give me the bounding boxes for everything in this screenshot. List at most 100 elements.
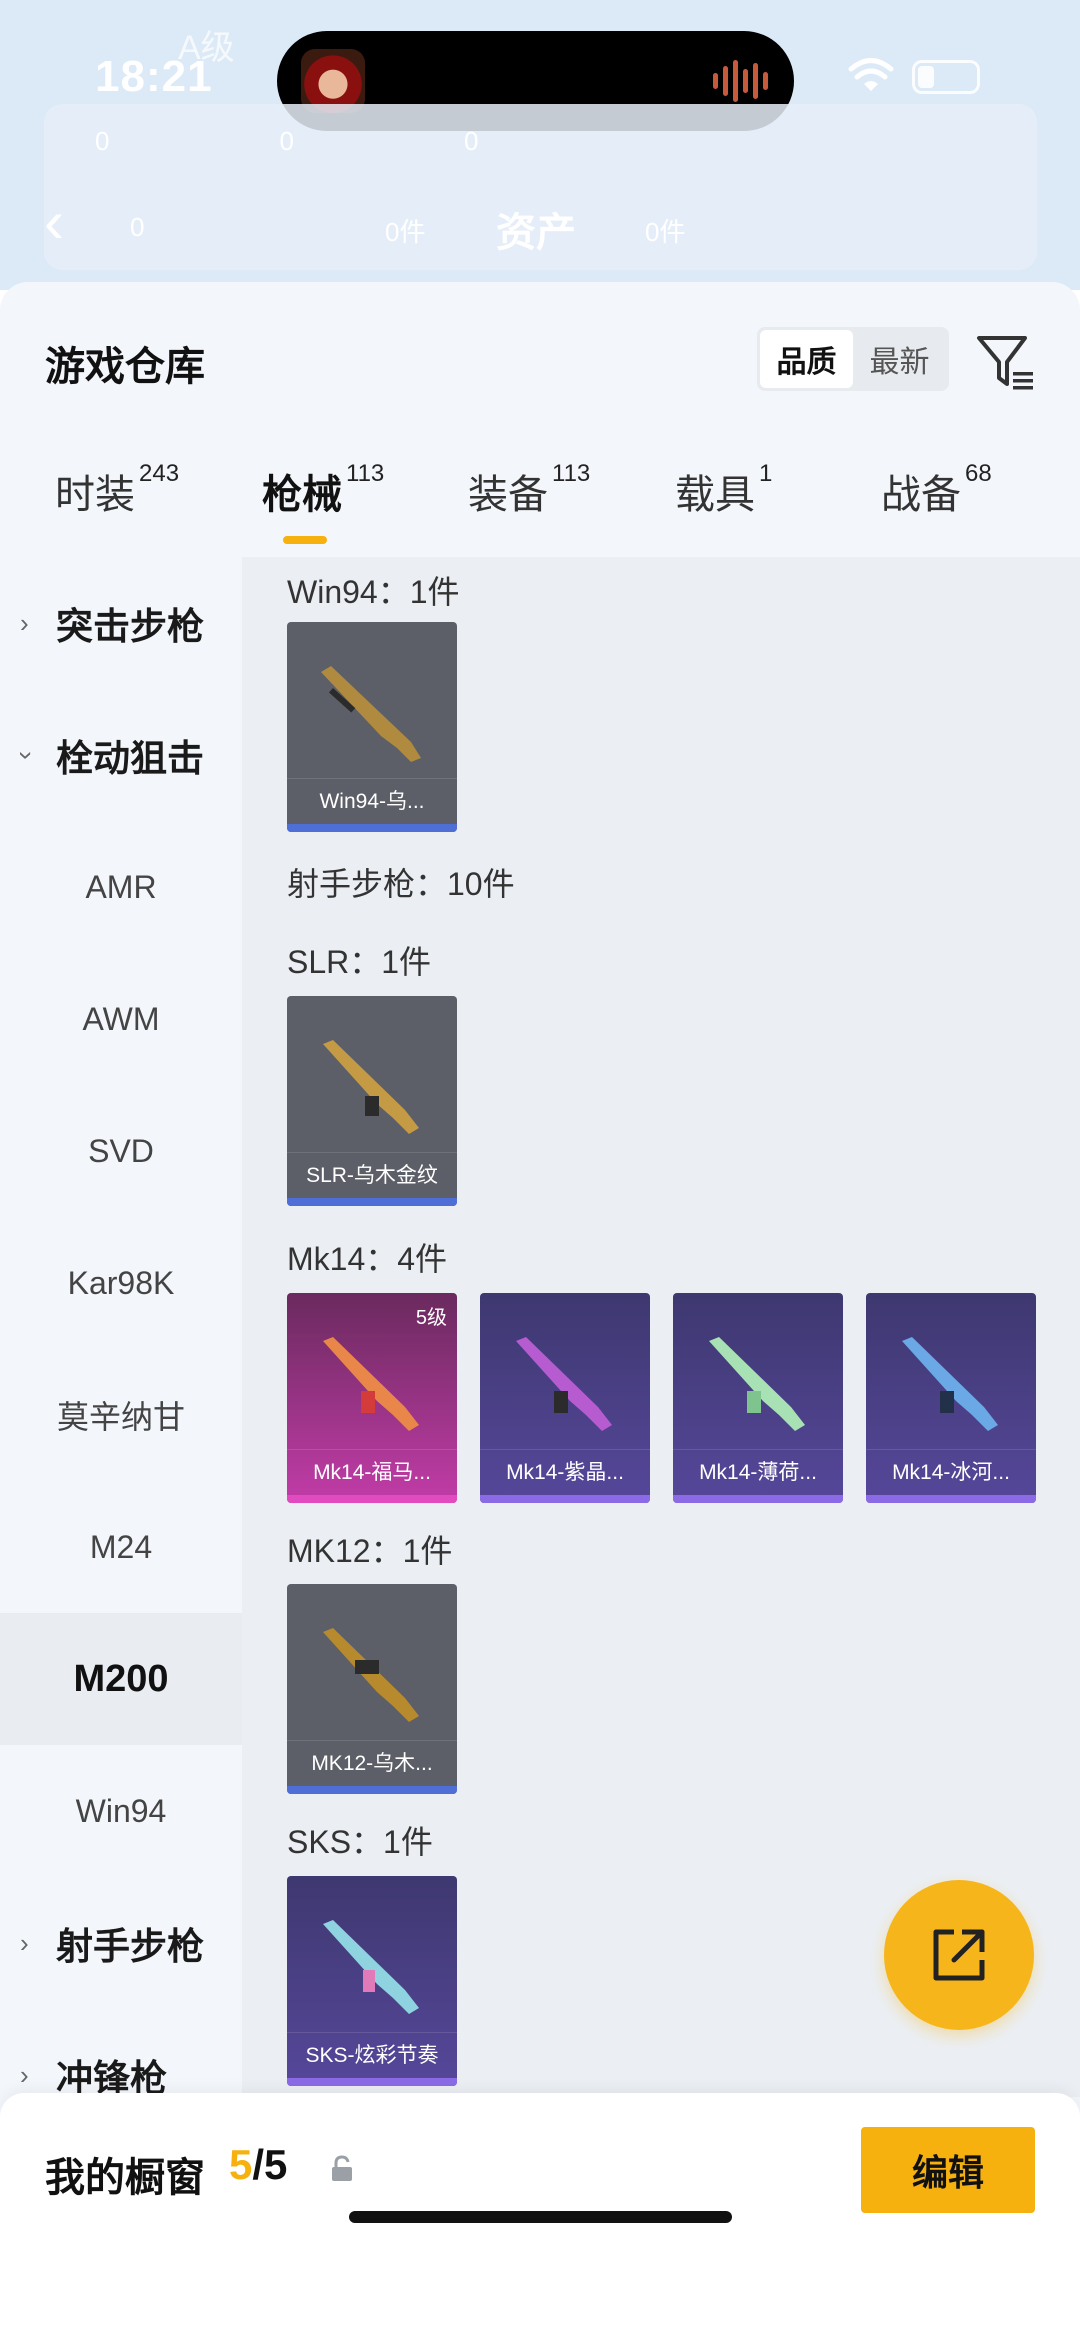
skin-name: SLR-乌木金纹 <box>287 1152 457 1198</box>
sidebar-item-label: SVD <box>88 1132 154 1169</box>
sidebar-item-label: M24 <box>89 1528 153 1565</box>
rarity-bar <box>287 1495 457 1503</box>
back-button[interactable]: ‹ <box>44 192 64 252</box>
rarity-bar <box>287 824 457 832</box>
rarity-bar <box>287 1198 457 1206</box>
sidebar-item-label: 突击步枪 <box>56 606 204 647</box>
sidebar-item-win94[interactable]: Win94 <box>0 1745 242 1877</box>
rifle-icon <box>516 1337 612 1431</box>
sidebar-item-label: Win94 <box>75 1792 167 1829</box>
rarity-bar <box>287 1786 457 1794</box>
weapon-skin-list: Win94：1件 Win94-乌... 射手步枪：10件 SLR：1件 SLR-… <box>242 557 1080 2097</box>
sidebar-item-label: M200 <box>73 1657 169 1700</box>
skin-name: Mk14-冰河... <box>866 1449 1036 1495</box>
weapon-category-sidebar: › 突击步枪 › 栓动狙击 AMR AWM SVD Kar98K 莫辛纳甘 M2… <box>0 557 242 2099</box>
chevron-right-icon: › <box>20 2059 29 2090</box>
sidebar-item-m24[interactable]: M24 <box>0 1481 242 1613</box>
tab-count: 113 <box>552 460 591 487</box>
sidebar-item-kar98k[interactable]: Kar98K <box>0 1217 242 1349</box>
sidebar-item-dmr[interactable]: › 射手步枪 <box>0 1877 242 2009</box>
tab-vehicles[interactable]: 载具 1 <box>675 460 773 542</box>
summary-value: 0 <box>95 126 110 156</box>
sidebar-item-label: 莫辛纳甘 <box>56 1399 185 1435</box>
skin-name: Mk14-紫晶... <box>480 1449 650 1495</box>
header-sub-value: 0件 <box>385 217 426 247</box>
rifle-icon <box>323 1628 419 1722</box>
page-title: 资产 <box>496 211 576 255</box>
skin-card[interactable]: 5级 Mk14-福马... <box>287 1293 457 1503</box>
skin-name: Mk14-薄荷... <box>673 1449 843 1495</box>
sidebar-item-label: AWM <box>82 1000 160 1037</box>
sidebar-item-awm[interactable]: AWM <box>0 953 242 1085</box>
section-title: SKS：1件 <box>287 1824 433 1860</box>
chevron-down-icon: › <box>11 750 42 760</box>
section-title: Win94：1件 <box>287 574 460 610</box>
rifle-icon <box>323 1337 419 1431</box>
lock-icon <box>332 2155 352 2181</box>
sidebar-item-m200[interactable]: M200 <box>0 1613 242 1745</box>
sidebar-item-svd[interactable]: SVD <box>0 1085 242 1217</box>
rarity-bar <box>480 1495 650 1503</box>
skin-card[interactable]: Mk14-紫晶... <box>480 1293 650 1503</box>
tab-firearms[interactable]: 枪械 113 <box>262 460 384 542</box>
section-title: MK12：1件 <box>287 1533 453 1569</box>
showcase-total: /5 <box>252 2141 288 2188</box>
tab-fashion[interactable]: 时装 243 <box>55 460 180 542</box>
skin-name: SKS-炫彩节奏 <box>287 2032 457 2078</box>
rifle-icon <box>321 666 421 762</box>
tab-label: 枪械 <box>262 473 342 517</box>
status-time: 18:21 <box>95 52 213 101</box>
skin-card[interactable]: SKS-炫彩节奏 <box>287 1876 457 2086</box>
sort-quality-button[interactable]: 品质 <box>760 330 853 388</box>
rarity-bar <box>866 1495 1036 1503</box>
skin-name: MK12-乌木... <box>287 1740 457 1786</box>
rifle-icon <box>709 1337 805 1431</box>
home-indicator <box>349 2211 732 2223</box>
rifle-icon <box>902 1337 998 1431</box>
sort-latest-button[interactable]: 最新 <box>853 330 946 388</box>
skin-level-badge: 5级 <box>415 1307 447 1329</box>
skin-name: Mk14-福马... <box>287 1449 457 1495</box>
sidebar-item-label: 栓动狙击 <box>56 738 204 779</box>
sidebar-item-label: Kar98K <box>67 1264 175 1301</box>
tab-label: 载具 <box>675 473 755 517</box>
section-title: 射手步枪：10件 <box>287 866 515 902</box>
tab-label: 装备 <box>468 473 548 517</box>
panel-title: 游戏仓库 <box>45 345 205 389</box>
summary-value: 0 <box>279 126 294 156</box>
edit-button[interactable]: 编辑 <box>861 2127 1035 2213</box>
tab-battle-gear[interactable]: 战备 68 <box>881 460 992 542</box>
rarity-bar <box>287 2078 457 2086</box>
tab-count: 243 <box>139 460 180 487</box>
showcase-current: 5 <box>229 2141 253 2188</box>
sort-toggle: 品质 最新 <box>757 327 949 391</box>
skin-card[interactable]: Mk14-冰河... <box>866 1293 1036 1503</box>
sidebar-item-amr[interactable]: AMR <box>0 821 242 953</box>
tab-label: 时装 <box>55 473 135 517</box>
skin-name: Win94-乌... <box>287 778 457 824</box>
skin-card[interactable]: Mk14-薄荷... <box>673 1293 843 1503</box>
category-tabs: 时装 243 枪械 113 装备 113 载具 1 战备 68 <box>0 460 1080 542</box>
sidebar-item-bolt-sniper[interactable]: › 栓动狙击 <box>0 689 242 821</box>
share-button[interactable] <box>884 1880 1034 2030</box>
tab-count: 68 <box>965 460 992 487</box>
tab-equipment[interactable]: 装备 113 <box>468 460 591 542</box>
battery-icon <box>912 60 980 94</box>
sidebar-item-label: AMR <box>85 868 157 905</box>
section-title: Mk14：4件 <box>287 1241 448 1277</box>
summary-value: 0 <box>463 126 479 156</box>
header-sub-value: 0件 <box>645 217 686 247</box>
rifle-icon <box>323 1040 419 1134</box>
chevron-right-icon: › <box>20 607 29 638</box>
skin-card[interactable]: SLR-乌木金纹 <box>287 996 457 1206</box>
wifi-icon <box>848 58 894 91</box>
tab-label: 战备 <box>881 473 961 517</box>
sidebar-item-mosin[interactable]: 莫辛纳甘 <box>0 1349 242 1481</box>
external-link-icon <box>933 1929 985 1981</box>
tab-count: 1 <box>759 460 773 487</box>
skin-card[interactable]: Win94-乌... <box>287 622 457 832</box>
skin-card[interactable]: MK12-乌木... <box>287 1584 457 1794</box>
filter-icon[interactable] <box>975 332 1035 392</box>
sidebar-item-assault-rifle[interactable]: › 突击步枪 <box>0 557 242 689</box>
rarity-bar <box>673 1495 843 1503</box>
